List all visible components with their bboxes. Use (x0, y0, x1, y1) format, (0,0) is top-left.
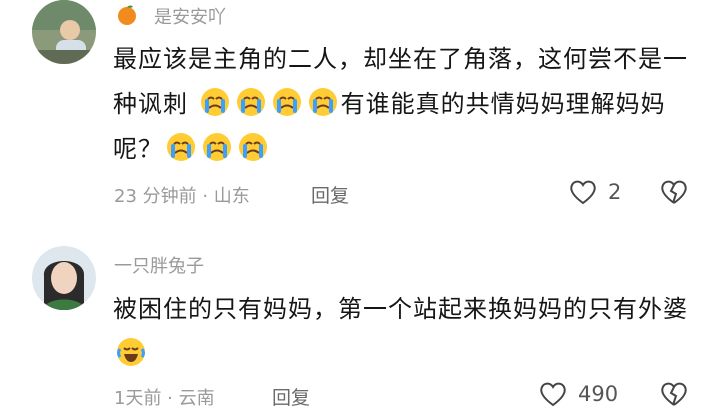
like-count: 490 (578, 382, 619, 406)
crying-emoji-icon (239, 133, 267, 161)
reply-button[interactable]: 回复 (311, 181, 349, 208)
comment-text: 最应该是主角的二人，却坐在了角落，这何尝不是一种讽刺 有谁能真的共情妈妈理解妈妈… (113, 45, 688, 163)
broken-heart-icon[interactable] (659, 178, 689, 206)
like-button[interactable]: 2 (568, 178, 621, 206)
avatar[interactable] (32, 246, 96, 310)
username[interactable]: 一只胖兔子 (114, 252, 204, 278)
comment-time-location: 1天前 · 云南 (114, 388, 215, 409)
comment-2: 一只胖兔子 被困住的只有妈妈，第一个站起来换妈妈的只有外婆 1天前 · 云南 回… (0, 240, 720, 409)
comment-1: 是安安吖 最应该是主角的二人，却坐在了角落，这何尝不是一种讽刺 有谁能真的共情妈… (0, 0, 720, 225)
crying-emoji-icon (167, 133, 195, 161)
comment-text: 被困住的只有妈妈，第一个站起来换妈妈的只有外婆 (113, 287, 693, 377)
reply-button[interactable]: 回复 (272, 383, 310, 410)
crying-emoji-icon (308, 88, 337, 116)
crying-emoji-icon (236, 88, 265, 116)
orange-badge-icon (118, 5, 136, 25)
like-button[interactable]: 490 (538, 380, 618, 408)
crying-emoji-icon (272, 88, 301, 116)
username[interactable]: 是安安吖 (154, 3, 226, 29)
heart-icon (540, 382, 566, 407)
like-count: 2 (608, 180, 622, 204)
broken-heart-icon[interactable] (659, 380, 689, 408)
crying-emoji-icon (200, 88, 229, 116)
laugh-cry-emoji-icon (117, 338, 145, 366)
heart-icon (570, 180, 596, 205)
crying-emoji-icon (203, 133, 231, 161)
avatar[interactable] (32, 0, 96, 64)
comment-time-location: 23 分钟前 · 山东 (114, 186, 250, 207)
